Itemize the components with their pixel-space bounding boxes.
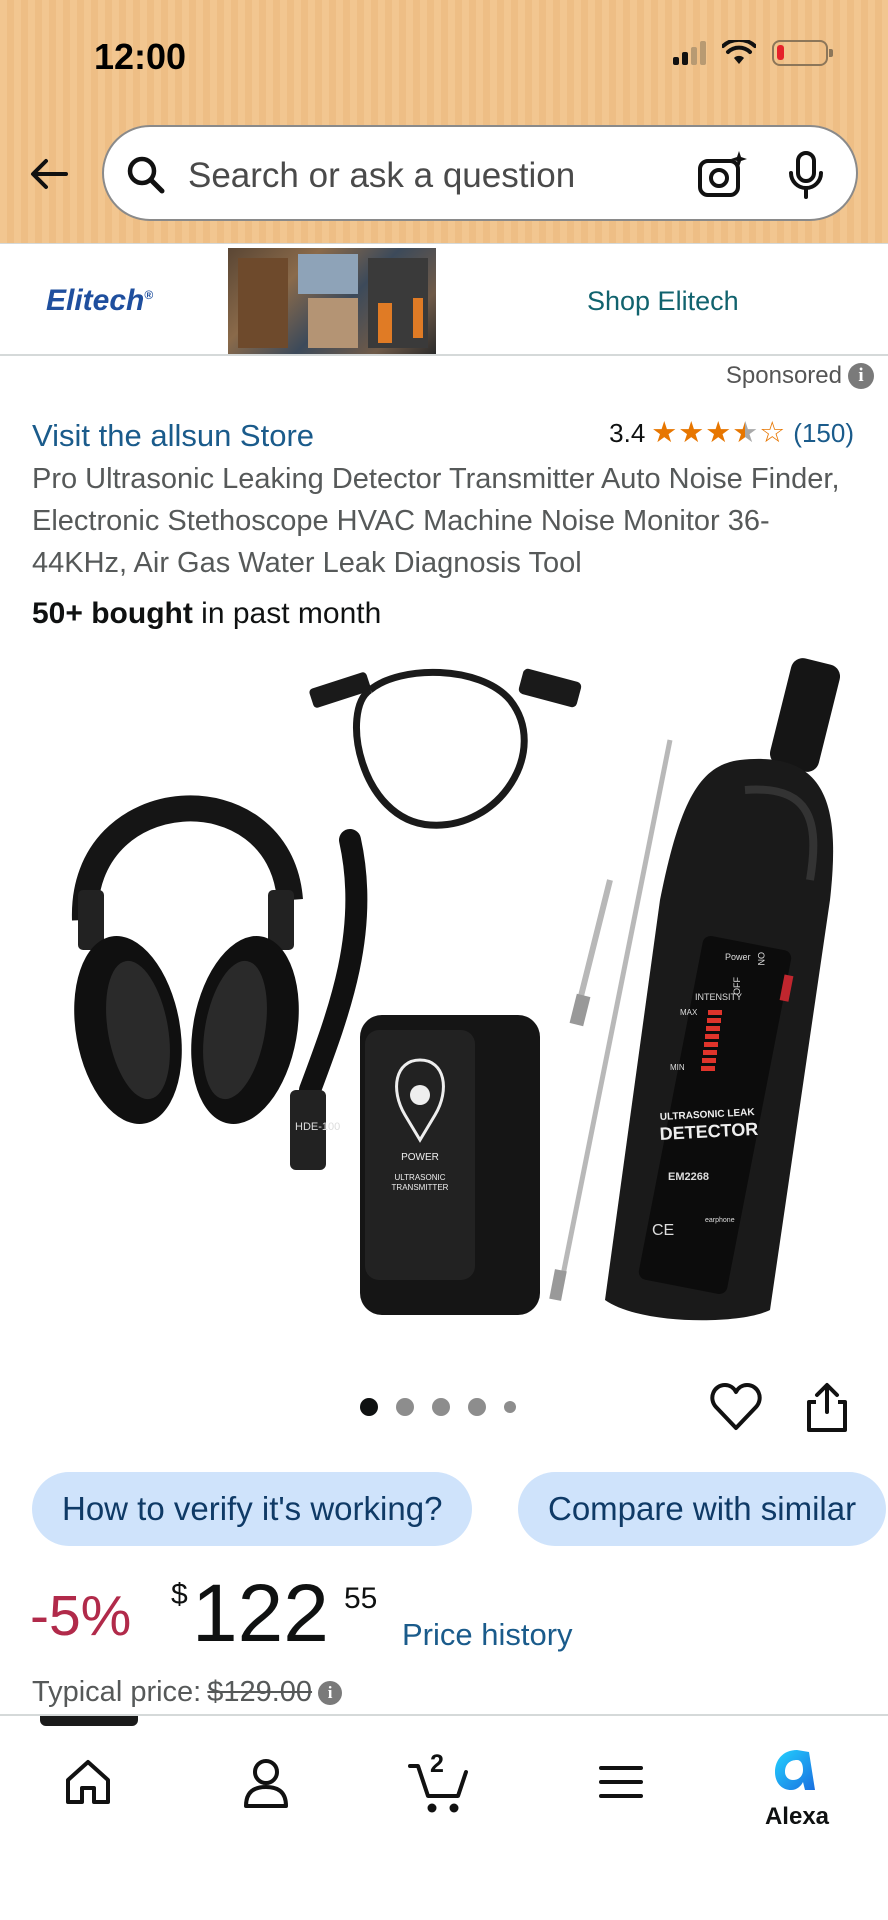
info-icon[interactable]: i [318, 1680, 343, 1705]
typical-price-label: Typical price: [32, 1676, 202, 1708]
cart-button[interactable]: 2 [408, 1750, 472, 1816]
question-chip-compare[interactable]: Compare with similar [518, 1472, 887, 1546]
cellular-signal-icon [673, 41, 706, 65]
store-link[interactable]: Visit the allsun Store [32, 418, 314, 454]
bought-in-past-month: 50+ bought in past month [32, 597, 381, 631]
bought-suffix: in past month [192, 597, 382, 630]
price-history-link[interactable]: Price history [402, 1617, 573, 1653]
star-full-icon: ★ [705, 417, 732, 449]
search-icon [127, 156, 165, 194]
detector-intensity-label: INTENSITY [695, 992, 742, 1002]
sponsored-text: Sponsored [725, 362, 842, 389]
transmitter-label-1: ULTRASONIC [395, 1173, 446, 1182]
rating-summary[interactable]: 3.4 ★ ★ ★ ★ ☆ (150) [609, 418, 854, 449]
alexa-icon [775, 1750, 815, 1790]
home-icon[interactable] [62, 1756, 114, 1808]
tube-label: HDE-100 [295, 1121, 340, 1133]
bottom-navigation-bar: 2 Alexa [0, 1714, 888, 1920]
product-image[interactable]: HDE-100 POWER ULTRASONIC TRANSMITTER Pow… [40, 650, 840, 1330]
rating-count[interactable]: (150) [793, 418, 854, 449]
transmitter-power-label: POWER [401, 1152, 439, 1163]
star-full-icon: ★ [678, 417, 705, 449]
detector-model-label: EM2268 [668, 1171, 709, 1183]
person-icon[interactable] [240, 1756, 292, 1810]
detector-power-label: Power [725, 952, 751, 962]
alexa-label: Alexa [764, 1803, 830, 1830]
camera-icon[interactable] [696, 149, 748, 201]
star-half-icon: ★ [732, 417, 759, 449]
brand-logo: Elitech® [46, 284, 154, 317]
rating-stars: ★ ★ ★ ★ ☆ [651, 419, 785, 448]
transmitter-label-2: TRANSMITTER [392, 1183, 449, 1192]
star-full-icon: ★ [651, 417, 678, 449]
detector-min-label: MIN [670, 1063, 685, 1072]
detector-on-label: ON [756, 952, 766, 966]
sponsored-label[interactable]: Sponsored i [726, 362, 874, 390]
typical-price-value: $129.00 [207, 1676, 313, 1708]
heart-icon[interactable] [710, 1382, 762, 1432]
ad-image[interactable] [228, 248, 436, 354]
share-icon[interactable] [802, 1382, 852, 1434]
header: 12:00 Search or ask a question [0, 0, 888, 243]
rating-value: 3.4 [609, 418, 646, 448]
price-fraction: 55 [344, 1582, 378, 1615]
image-carousel-dots[interactable] [360, 1398, 516, 1416]
star-empty-icon: ☆ [759, 417, 786, 449]
question-chip-verify[interactable]: How to verify it's working? [32, 1472, 473, 1546]
bought-count: 50+ bought [32, 597, 193, 630]
detector-earphone-label: earphone [705, 1217, 735, 1224]
typical-price: Typical price: $129.00 i [32, 1676, 343, 1709]
alexa-button[interactable]: Alexa [756, 1746, 838, 1831]
detector-ce-mark: CE [652, 1222, 674, 1239]
search-input[interactable]: Search or ask a question [188, 156, 575, 196]
price-currency: $ [171, 1578, 188, 1611]
search-bar[interactable]: Search or ask a question [102, 125, 858, 221]
status-icons [673, 40, 833, 66]
cart-count-badge: 2 [430, 1750, 444, 1778]
wifi-icon [722, 40, 756, 64]
detector-max-label: MAX [680, 1008, 698, 1017]
carousel-dot[interactable] [468, 1398, 486, 1416]
sponsored-ad-banner[interactable]: Elitech® Shop Elitech [0, 243, 888, 356]
price-whole: 122 [192, 1568, 329, 1659]
back-arrow-icon[interactable] [26, 150, 74, 198]
carousel-dot[interactable] [504, 1401, 516, 1413]
microphone-icon[interactable] [784, 149, 828, 201]
info-icon[interactable]: i [848, 363, 874, 389]
carousel-dot[interactable] [396, 1398, 414, 1416]
active-tab-indicator [40, 1716, 138, 1726]
menu-icon[interactable] [596, 1756, 646, 1808]
discount-percent: -5% [30, 1584, 132, 1648]
carousel-dot-active[interactable] [360, 1398, 378, 1416]
battery-icon [772, 40, 833, 66]
shop-brand-link[interactable]: Shop Elitech [587, 286, 739, 317]
carousel-dot[interactable] [432, 1398, 450, 1416]
status-time: 12:00 [94, 36, 187, 77]
product-title: Pro Ultrasonic Leaking Detector Transmit… [32, 463, 840, 579]
